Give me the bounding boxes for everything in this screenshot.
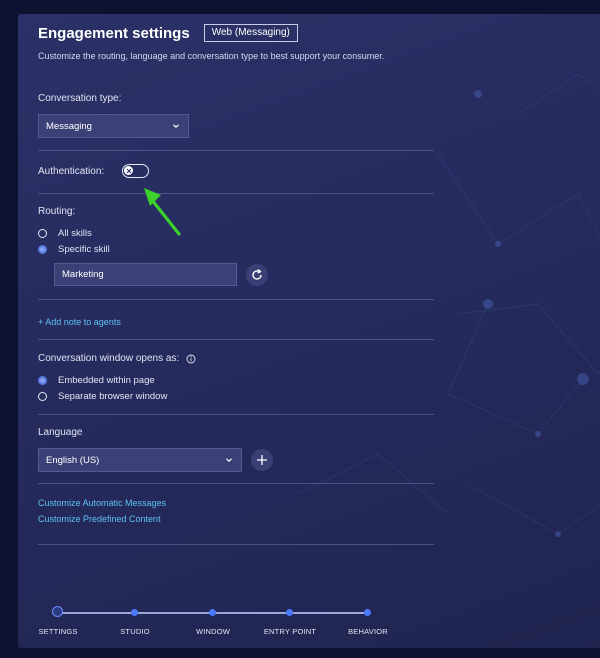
step-dot-entry-point[interactable] — [286, 609, 293, 616]
add-note-link[interactable]: + Add note to agents — [38, 317, 121, 327]
window-opens-label: Conversation window opens as: — [38, 353, 180, 364]
chevron-down-icon — [226, 458, 232, 463]
engagement-settings-panel: Engagement settings Web (Messaging) Cust… — [18, 14, 600, 648]
network-background-pattern — [297, 73, 600, 537]
divider — [38, 414, 434, 415]
close-icon — [126, 168, 131, 173]
page-subtitle: Customize the routing, language and conv… — [38, 51, 385, 61]
step-label-entry-point[interactable]: ENTRY POINT — [264, 627, 316, 636]
setup-stepper: SETTINGS STUDIO WINDOW ENTRY POINT BEHAV… — [38, 604, 398, 644]
routing-option-all-skills[interactable]: All skills — [38, 228, 92, 239]
page-title: Engagement settings — [38, 24, 190, 42]
step-label-studio[interactable]: STUDIO — [120, 627, 150, 636]
step-dot-window[interactable] — [209, 609, 216, 616]
routing-option-label: All skills — [58, 228, 92, 239]
window-option-label: Embedded within page — [58, 375, 155, 386]
window-option-label: Separate browser window — [58, 391, 168, 402]
routing-option-specific-skill[interactable]: Specific skill — [38, 244, 110, 255]
radio-unselected[interactable] — [38, 392, 47, 401]
divider — [38, 483, 434, 484]
customize-automatic-messages-link[interactable]: Customize Automatic Messages — [38, 498, 166, 508]
language-value: English (US) — [46, 454, 100, 466]
refresh-skills-button[interactable] — [246, 264, 268, 286]
divider — [38, 544, 434, 545]
window-option-separate[interactable]: Separate browser window — [38, 391, 167, 402]
radio-selected[interactable] — [38, 245, 47, 254]
divider — [38, 150, 434, 151]
step-dot-settings[interactable] — [52, 606, 63, 617]
language-label: Language — [38, 427, 83, 438]
add-language-button[interactable] — [251, 449, 273, 471]
skill-input[interactable]: Marketing — [54, 263, 237, 286]
step-label-settings[interactable]: SETTINGS — [38, 627, 77, 636]
conversation-type-select[interactable]: Messaging — [38, 114, 189, 138]
routing-option-label: Specific skill — [58, 244, 110, 255]
step-dot-studio[interactable] — [131, 609, 138, 616]
customize-predefined-content-link[interactable]: Customize Predefined Content — [38, 514, 161, 524]
chevron-down-icon — [173, 124, 179, 129]
radio-unselected[interactable] — [38, 229, 47, 238]
skill-input-value: Marketing — [62, 269, 104, 280]
authentication-toggle[interactable] — [122, 164, 149, 178]
conversation-type-value: Messaging — [46, 120, 92, 132]
divider — [38, 339, 434, 340]
window-opens-label-row: Conversation window opens as: — [38, 353, 196, 364]
step-label-window[interactable]: WINDOW — [196, 627, 230, 636]
routing-label: Routing: — [38, 206, 76, 217]
header: Engagement settings Web (Messaging) — [38, 24, 298, 42]
refresh-icon — [252, 268, 262, 280]
step-label-behavior[interactable]: BEHAVIOR — [348, 627, 388, 636]
info-icon[interactable] — [186, 354, 196, 364]
plus-icon — [257, 455, 267, 465]
radio-selected[interactable] — [38, 376, 47, 385]
divider — [38, 193, 434, 194]
channel-badge: Web (Messaging) — [203, 24, 298, 42]
language-select[interactable]: English (US) — [38, 448, 242, 472]
window-option-embedded[interactable]: Embedded within page — [38, 375, 155, 386]
conversation-type-label: Conversation type: — [38, 93, 122, 104]
step-dot-behavior[interactable] — [364, 609, 371, 616]
divider — [38, 299, 434, 300]
toggle-knob — [124, 166, 133, 175]
authentication-label: Authentication: — [38, 166, 105, 177]
